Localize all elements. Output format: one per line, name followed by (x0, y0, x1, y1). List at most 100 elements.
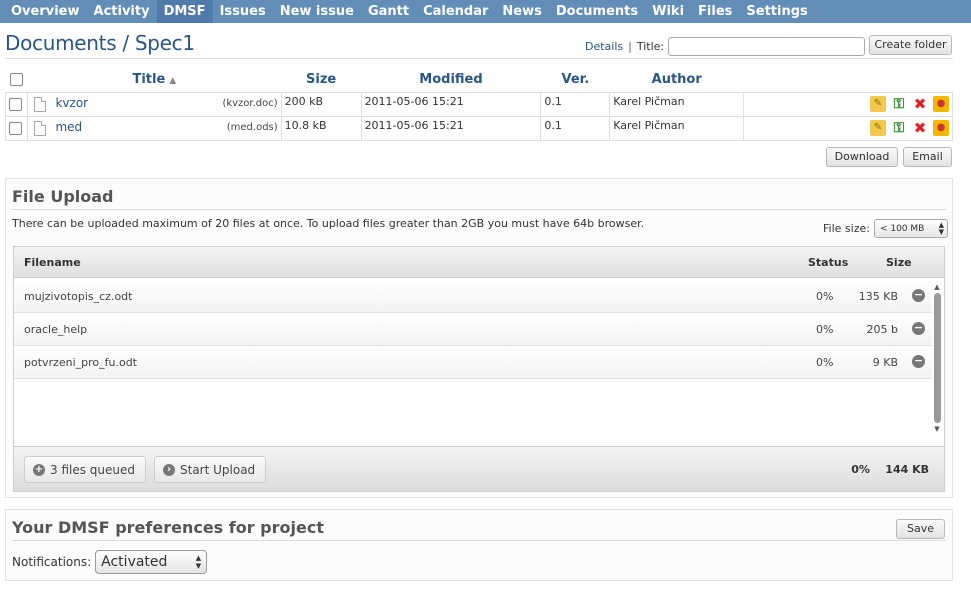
arrow-right-icon: › (163, 463, 175, 476)
document-author: Karel Pičman (609, 91, 745, 117)
tab-gantt[interactable]: Gantt (361, 0, 416, 23)
tab-files[interactable]: Files (691, 0, 739, 23)
queue-file-name: oracle_help (24, 323, 88, 336)
scroll-up-icon[interactable]: ▲ (932, 283, 942, 291)
queue-file-status: 0% (816, 356, 834, 369)
top-menu: Overview Activity DMSF Issues New issue … (0, 0, 971, 23)
queue-summary: 0% 144 KB (851, 463, 929, 476)
edit-icon[interactable]: ✎ (870, 120, 886, 136)
download-button[interactable]: Download (826, 147, 898, 167)
upload-title: File Upload (12, 187, 114, 206)
tab-calendar[interactable]: Calendar (416, 0, 495, 23)
document-size: 200 kB (280, 91, 362, 117)
document-version: 0.1 (540, 91, 611, 117)
save-button[interactable]: Save (896, 519, 945, 539)
row-actions: ✎ ⚿ ✖ ● (743, 91, 953, 117)
document-link[interactable]: med (55, 120, 82, 134)
notifications-select[interactable]: Activated ▲ ▼ (95, 550, 208, 574)
column-version[interactable]: Ver. (540, 68, 610, 92)
lock-icon[interactable]: ⚿ (891, 120, 907, 136)
notification-icon[interactable]: ● (933, 96, 949, 112)
tab-news[interactable]: News (495, 0, 548, 23)
scroll-down-icon[interactable]: ▼ (932, 425, 942, 433)
file-size-select[interactable]: < 100 MB ▲ ▼ (873, 219, 948, 238)
document-modified: 2011-05-06 15:21 (360, 115, 542, 141)
document-link[interactable]: kvzor (55, 96, 88, 110)
scroll-thumb[interactable] (933, 293, 941, 423)
table-row: (kvzor.doc) kvzor 200 kB 2011-05-06 15:2… (5, 91, 953, 117)
column-modified[interactable]: Modified (361, 68, 541, 92)
delete-icon[interactable]: ✖ (912, 120, 928, 136)
total-size: 144 KB (885, 463, 929, 476)
tab-wiki[interactable]: Wiki (645, 0, 691, 23)
file-upload-panel: File Upload There can be uploaded maximu… (5, 178, 953, 498)
details-link[interactable]: Details (585, 40, 623, 53)
delete-icon[interactable]: ✖ (912, 96, 928, 112)
queue-file-name: potvrzeni_pro_fu.odt (24, 356, 137, 369)
remove-icon[interactable]: − (912, 322, 925, 335)
row-checkbox[interactable] (9, 121, 22, 135)
sort-asc-icon: ▲ (169, 76, 177, 87)
document-author: Karel Pičman (609, 115, 745, 141)
file-name: (med.ods) (226, 122, 278, 134)
tab-issues[interactable]: Issues (213, 0, 273, 23)
title-input[interactable] (668, 36, 866, 56)
column-size[interactable]: Size (281, 68, 362, 92)
tab-new-issue[interactable]: New issue (273, 0, 361, 23)
document-icon (33, 120, 46, 136)
queue-item: mujzivotopis_cz.odt 0% 135 KB − (14, 280, 932, 313)
total-status: 0% (851, 463, 870, 476)
preferences-title: Your DMSF preferences for project (12, 518, 324, 537)
upload-queue: Filename Status Size mujzivotopis_cz.odt… (13, 246, 945, 492)
queue-header: Filename Status Size (14, 247, 944, 278)
page-title: Documents / Spec1 (5, 31, 195, 55)
queue-item: oracle_help 0% 205 b − (14, 313, 932, 346)
column-filename: Filename (24, 256, 81, 269)
select-arrows-icon: ▲ ▼ (938, 220, 944, 236)
column-author[interactable]: Author (609, 68, 744, 92)
queue-footer: + 3 files queued › Start Upload 0% 144 K… (14, 446, 944, 491)
notifications-label: Notifications: (12, 555, 92, 569)
remove-icon[interactable]: − (912, 355, 925, 368)
queue-item: potvrzeni_pro_fu.odt 0% 9 KB − (14, 346, 932, 379)
document-version: 0.1 (540, 115, 611, 141)
documents-table: Title ▲ Size Modified Ver. Author (kvzor.… (5, 68, 953, 141)
queue-file-status: 0% (816, 323, 834, 336)
edit-icon[interactable]: ✎ (870, 96, 886, 112)
divider (5, 58, 953, 59)
queue-file-size: 9 KB (872, 356, 898, 369)
table-header: Title ▲ Size Modified Ver. Author (5, 68, 953, 92)
remove-icon[interactable]: − (912, 289, 925, 302)
notification-icon[interactable]: ● (933, 120, 949, 136)
start-upload-button[interactable]: › Start Upload (154, 456, 267, 483)
tab-activity[interactable]: Activity (87, 0, 157, 23)
column-actions (743, 68, 953, 92)
queue-scrollbar[interactable]: ▲ ▼ (932, 283, 942, 443)
tab-dmsf[interactable]: DMSF (156, 0, 213, 23)
divider (12, 209, 946, 210)
queue-file-size: 205 b (866, 323, 898, 336)
document-icon (33, 96, 46, 112)
tab-overview[interactable]: Overview (4, 0, 87, 23)
tab-settings[interactable]: Settings (739, 0, 814, 23)
queue-file-status: 0% (816, 290, 834, 303)
select-arrows-icon: ▲ ▼ (195, 554, 202, 570)
row-actions: ✎ ⚿ ✖ ● (743, 115, 953, 141)
tab-documents[interactable]: Documents (549, 0, 645, 23)
queue-file-size: 135 KB (858, 290, 898, 303)
select-all-checkbox[interactable] (9, 73, 23, 87)
column-title[interactable]: Title ▲ (27, 68, 282, 92)
lock-icon[interactable]: ⚿ (891, 96, 907, 112)
table-row: (med.ods) med 10.8 kB 2011-05-06 15:21 0… (5, 115, 953, 141)
add-files-button[interactable]: + 3 files queued (24, 456, 147, 483)
create-folder-button[interactable]: Create folder (869, 35, 952, 55)
upload-note: There can be uploaded maximum of 20 file… (12, 217, 645, 230)
document-modified: 2011-05-06 15:21 (360, 91, 542, 117)
column-size: Size (886, 256, 912, 269)
row-checkbox[interactable] (9, 97, 22, 111)
separator: | (628, 39, 632, 53)
email-button[interactable]: Email (903, 147, 952, 167)
plus-icon: + (33, 463, 45, 476)
queue-file-name: mujzivotopis_cz.odt (24, 290, 133, 303)
notifications-field: Notifications: Activated ▲ ▼ (12, 550, 208, 574)
